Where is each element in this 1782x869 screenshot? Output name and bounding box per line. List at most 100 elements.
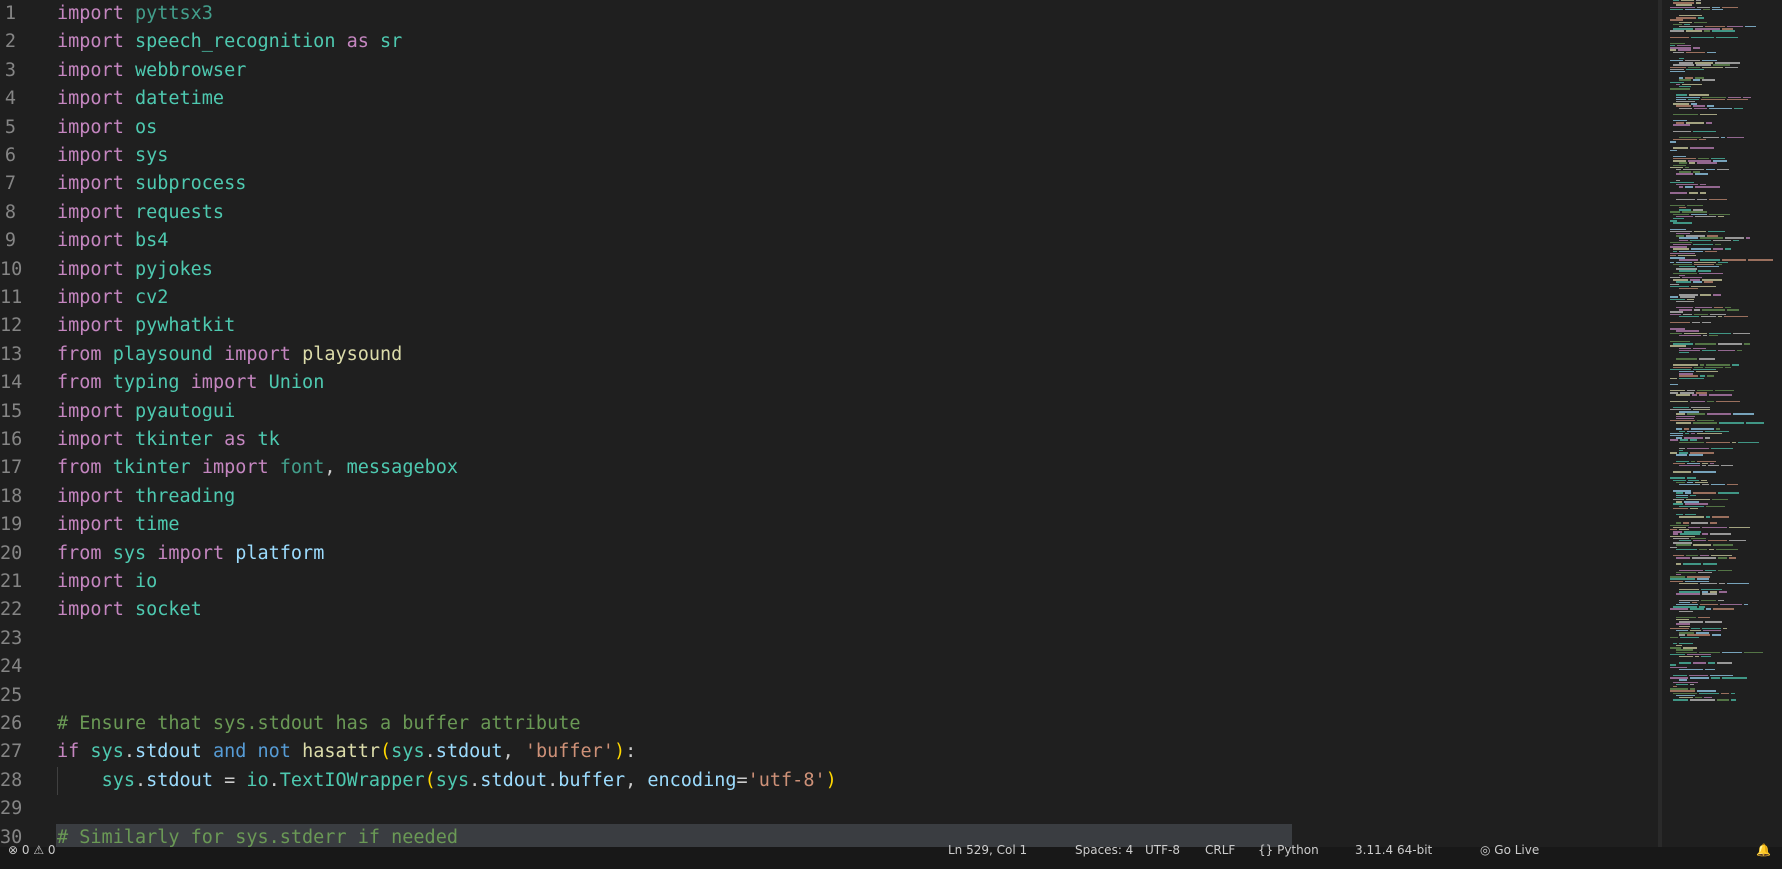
python-interpreter[interactable]: 3.11.4 64-bit [1355, 843, 1432, 857]
code-line[interactable]: 26 # Ensure that sys.stdout has a buffer … [0, 710, 1652, 738]
minimap-stroke [1676, 413, 1685, 415]
minimap-stroke [1670, 368, 1691, 371]
minimap-stroke [1696, 632, 1709, 634]
minimap-stroke [1700, 294, 1711, 296]
line-number: 26 [0, 713, 23, 734]
minimap-stroke [1676, 694, 1695, 697]
code-text: # Ensure that sys.stdout has a buffer at… [57, 710, 580, 738]
code-line[interactable]: 12 import pywhatkit [0, 312, 1652, 340]
minimap-stroke [1707, 375, 1714, 377]
code-line[interactable]: 18 import threading [0, 483, 1652, 511]
minimap-stroke [1679, 349, 1700, 352]
minimap-stroke [1703, 334, 1707, 337]
go-live-button[interactable]: ◎ Go Live [1480, 843, 1539, 857]
code-line[interactable]: 8 import requests [0, 199, 1652, 227]
code-token: = [736, 769, 748, 791]
notifications-icon[interactable]: 🔔 [1756, 843, 1771, 857]
code-token: sr [380, 31, 403, 53]
minimap-stroke [1683, 313, 1692, 315]
cursor-position[interactable]: Ln 529, Col 1 [948, 843, 1027, 857]
minimap-stroke [1687, 481, 1693, 484]
code-token: import [224, 343, 303, 365]
code-line[interactable]: 5 import os [0, 114, 1652, 142]
minimap-stroke [1676, 198, 1695, 200]
code-line[interactable]: 19 import time [0, 511, 1652, 539]
minimap-stroke [1688, 160, 1711, 162]
code-line[interactable]: 27 if sys.stdout and not hasattr(sys.stdo… [0, 738, 1652, 766]
code-line[interactable]: 20 from sys import platform [0, 540, 1652, 568]
minimap-stroke [1718, 569, 1732, 571]
code-line[interactable]: 3 import webbrowser [0, 57, 1652, 85]
minimap-stroke [1706, 364, 1730, 366]
code-line[interactable]: 21 import io [0, 568, 1652, 596]
problems-indicator[interactable]: ⊗ 0 ⚠ 0 [8, 843, 56, 857]
minimap-stroke [1706, 516, 1710, 518]
minimap-stroke [1700, 192, 1706, 194]
code-token: . [424, 741, 436, 763]
minimap-stroke [1670, 166, 1683, 169]
code-editor[interactable]: 1 import pyttsx3 2 import speech_recognitio… [0, 0, 1652, 847]
minimap-stroke [1689, 162, 1695, 164]
code-line[interactable]: 7 import subprocess [0, 170, 1652, 198]
code-line[interactable]: 17 from tkinter import font, messagebox [0, 454, 1652, 482]
minimap-stroke [1670, 420, 1695, 422]
minimap-stroke [1670, 141, 1676, 143]
language-mode[interactable]: {} Python [1258, 843, 1319, 857]
minimap-stroke [1706, 608, 1711, 610]
minimap-stroke [1670, 580, 1683, 582]
minimap-stroke [1673, 537, 1689, 540]
minimap-stroke [1745, 26, 1756, 28]
minimap-stroke [1713, 248, 1723, 250]
encoding-setting[interactable]: UTF-8 [1145, 843, 1180, 857]
code-token: ) [825, 769, 837, 791]
minimap[interactable] [1662, 0, 1782, 850]
code-line[interactable]: 23 [0, 625, 1652, 653]
code-line[interactable]: 16 import tkinter as tk [0, 426, 1652, 454]
code-line[interactable]: 14 from typing import Union [0, 369, 1652, 397]
code-line[interactable]: 28 sys.stdout = io.TextIOWrapper(sys.std… [0, 766, 1652, 795]
code-line[interactable]: 1 import pyttsx3 [0, 0, 1652, 28]
code-token: from [57, 343, 113, 365]
minimap-stroke [1734, 107, 1743, 109]
minimap-stroke [1676, 94, 1687, 96]
minimap-stroke [1694, 230, 1706, 233]
code-line[interactable]: 6 import sys [0, 142, 1652, 170]
code-line[interactable]: 15 import pyautogui [0, 398, 1652, 426]
minimap-stroke [1673, 555, 1684, 557]
code-line[interactable]: 10 import pyjokes [0, 256, 1652, 284]
minimap-stroke [1679, 447, 1685, 450]
minimap-stroke [1676, 330, 1699, 332]
code-line[interactable]: 25 [0, 682, 1652, 710]
indentation-setting[interactable]: Spaces: 4 [1075, 843, 1133, 857]
minimap-stroke [1708, 540, 1727, 542]
minimap-stroke [1701, 98, 1725, 101]
code-token: , [502, 741, 525, 763]
code-line[interactable]: 2 import speech_recognition as sr [0, 28, 1652, 56]
minimap-stroke [1670, 432, 1683, 435]
minimap-stroke [1686, 68, 1704, 71]
code-token: import [57, 31, 135, 53]
code-line[interactable]: 22 import socket [0, 596, 1652, 624]
minimap-stroke [1679, 505, 1704, 507]
minimap-stroke [1691, 406, 1710, 409]
minimap-stroke [1692, 601, 1697, 604]
minimap-stroke [1683, 522, 1689, 524]
code-line[interactable]: 11 import cv2 [0, 284, 1652, 312]
minimap-stroke [1716, 36, 1738, 38]
eol-setting[interactable]: CRLF [1205, 843, 1235, 857]
minimap-stroke [1679, 79, 1691, 81]
minimap-stroke [1670, 45, 1675, 47]
minimap-stroke [1670, 204, 1685, 207]
minimap-stroke [1687, 634, 1710, 636]
code-text: from playsound import playsound [57, 341, 402, 369]
minimap-stroke [1716, 400, 1740, 402]
code-line[interactable]: 4 import datetime [0, 85, 1652, 113]
minimap-stroke [1722, 28, 1733, 30]
minimap-stroke [1693, 130, 1716, 132]
code-text: # Similarly for sys.stderr if needed [57, 824, 458, 847]
code-line[interactable]: 9 import bs4 [0, 227, 1652, 255]
code-line[interactable]: 29 [0, 795, 1652, 823]
code-line[interactable]: 13 from playsound import playsound [0, 341, 1652, 369]
code-line[interactable]: 24 [0, 653, 1652, 681]
minimap-stroke [1705, 26, 1725, 28]
